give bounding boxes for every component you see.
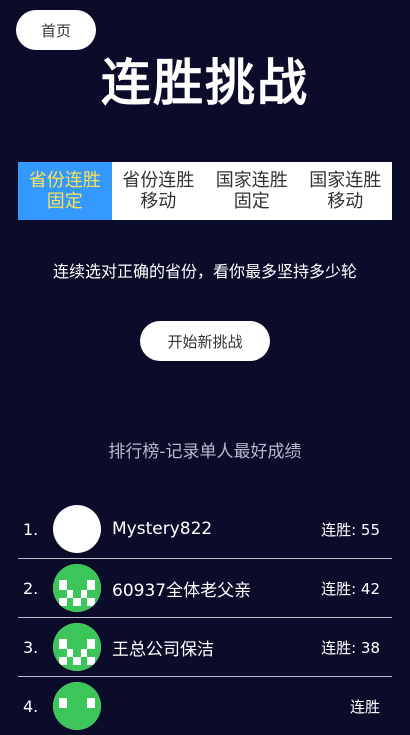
leaderboard-row[interactable]: 4. 连胜 <box>18 677 392 735</box>
streak-score: 连胜: 38 <box>321 638 380 657</box>
leaderboard-row[interactable]: 1. Mystery822 连胜: 55 <box>18 500 392 559</box>
avatar <box>53 505 101 553</box>
streak-score: 连胜: 42 <box>321 579 380 598</box>
rank-number: 4. <box>23 696 39 716</box>
player-name: 王总公司保洁 <box>112 639 214 660</box>
tab-country-fixed[interactable]: 国家连胜 固定 <box>205 162 299 220</box>
identicon-avatar <box>53 564 101 612</box>
challenge-description: 连续选对正确的省份，看你最多坚持多少轮 <box>52 262 357 281</box>
identicon-avatar <box>53 682 101 730</box>
tab-country-moving[interactable]: 国家连胜 移动 <box>299 162 393 220</box>
tab-province-fixed[interactable]: 省份连胜 固定 <box>18 162 112 220</box>
leaderboard-row[interactable]: 3. 王总公司保洁 连胜: 38 <box>18 618 392 677</box>
streak-score: 连胜: 55 <box>321 520 380 539</box>
mode-tabs: 省份连胜 固定 省份连胜 移动 国家连胜 固定 国家连胜 移动 <box>18 162 392 220</box>
player-name: 60937全体老父亲 <box>112 580 252 601</box>
home-button[interactable]: 首页 <box>16 10 96 50</box>
tab-province-moving[interactable]: 省份连胜 移动 <box>112 162 206 220</box>
player-name: Mystery822 <box>112 519 213 539</box>
rank-number: 3. <box>23 637 39 657</box>
page-title: 连胜挑战 <box>101 54 309 112</box>
rank-number: 2. <box>23 578 39 598</box>
streak-score: 连胜 <box>349 697 380 716</box>
rank-number: 1. <box>23 519 39 539</box>
identicon-avatar <box>53 623 101 671</box>
leaderboard-row[interactable]: 2. 60937全体老父亲 连胜: 42 <box>18 559 392 618</box>
leaderboard-title: 排行榜-记录单人最好成绩 <box>108 442 302 462</box>
start-challenge-button[interactable]: 开始新挑战 <box>140 321 270 361</box>
